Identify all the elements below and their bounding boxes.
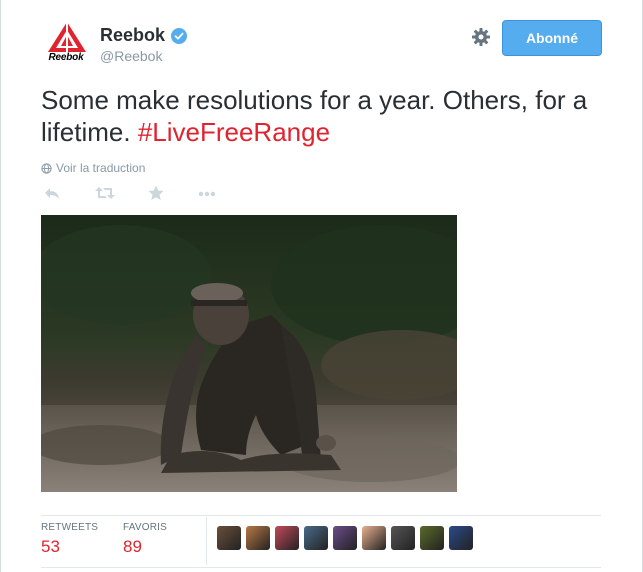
favoriter-avatar[interactable] <box>449 526 473 550</box>
stats-divider-bottom <box>41 567 601 568</box>
favoriter-avatar[interactable] <box>275 526 299 550</box>
reply-icon[interactable] <box>43 184 61 202</box>
account-name[interactable]: Reebok <box>100 25 188 46</box>
stats-divider-top <box>41 515 601 516</box>
retweet-icon[interactable] <box>94 184 116 202</box>
follow-button[interactable]: Abonné <box>502 20 602 56</box>
favorites-label: FAVORIS <box>123 522 168 533</box>
translate-label: Voir la traduction <box>56 161 146 175</box>
favoriter-avatar[interactable] <box>304 526 328 550</box>
favoriter-avatar[interactable] <box>246 526 270 550</box>
verified-badge-icon <box>171 27 188 44</box>
translate-link[interactable]: Voir la traduction <box>41 161 145 175</box>
globe-icon <box>41 162 52 174</box>
favoriters-avatars <box>217 526 473 550</box>
gear-icon[interactable] <box>471 27 491 47</box>
favorites-stat[interactable]: FAVORIS 89 <box>123 522 167 557</box>
hashtag-link[interactable]: #LiveFreeRange <box>138 117 330 147</box>
favorite-star-icon[interactable] <box>147 184 165 202</box>
retweets-stat[interactable]: RETWEETS 53 <box>41 522 98 557</box>
retweets-count: 53 <box>41 537 60 556</box>
more-dots-icon[interactable] <box>197 184 217 202</box>
account-handle[interactable]: @Reebok <box>100 48 162 64</box>
favoriter-avatar[interactable] <box>391 526 415 550</box>
favoriter-avatar[interactable] <box>217 526 241 550</box>
favoriter-avatar[interactable] <box>333 526 357 550</box>
favoriter-avatar[interactable] <box>420 526 444 550</box>
favorites-count: 89 <box>123 537 142 556</box>
logo-wordmark: Reebok <box>48 52 84 63</box>
tweet-text: Some make resolutions for a year. Others… <box>41 84 601 148</box>
retweets-label: RETWEETS <box>41 522 99 533</box>
account-name-text: Reebok <box>100 25 166 45</box>
stats-separator <box>206 517 207 565</box>
favoriter-avatar[interactable] <box>362 526 386 550</box>
tweet-panel: Reebok Reebok @Reebok Abonné Some make r… <box>0 0 643 572</box>
tweet-photo[interactable] <box>41 215 457 492</box>
